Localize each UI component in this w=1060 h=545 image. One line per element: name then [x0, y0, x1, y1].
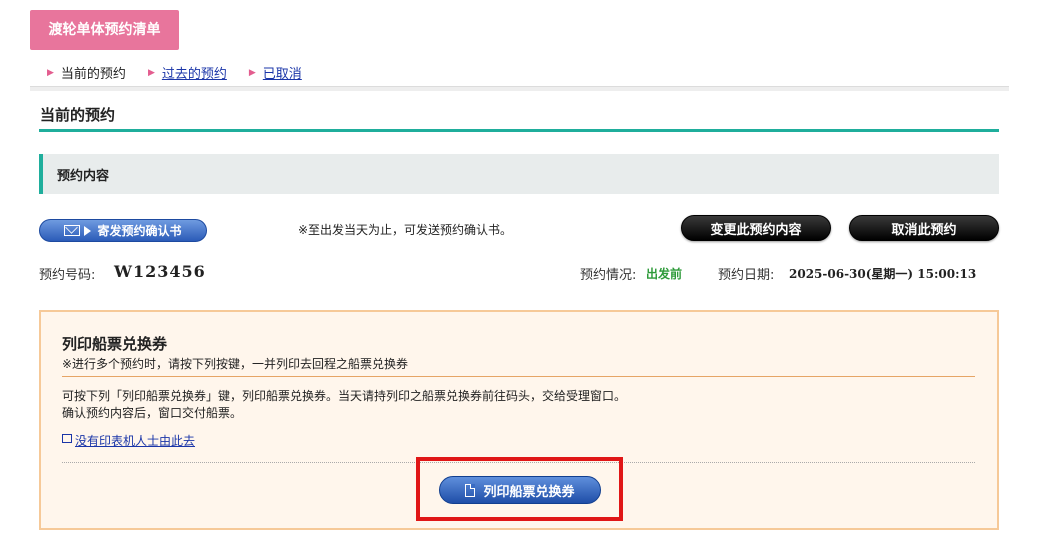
triangle-bullet-icon: ▶: [147, 67, 155, 78]
subnav-past-link[interactable]: 过去的预约: [162, 63, 227, 82]
cancel-reservation-label: 取消此预约: [891, 222, 957, 238]
subnav-item-current: ▶ 当前的预约: [47, 63, 126, 82]
change-reservation-label: 变更此预约内容: [710, 222, 802, 238]
print-voucher-description-2: 确认预约内容后，窗口交付船票。: [62, 406, 243, 420]
title-underline: [39, 129, 999, 132]
external-window-icon: [62, 434, 72, 443]
triangle-bullet-icon: ▶: [248, 67, 256, 78]
print-voucher-button[interactable]: 列印船票兑换券: [439, 476, 601, 504]
no-printer-link-label[interactable]: 没有印表机人士由此去: [75, 432, 195, 449]
divider: [62, 376, 975, 377]
subnav-item-cancelled[interactable]: ▶ 已取消: [249, 63, 302, 82]
document-icon: [465, 483, 476, 497]
reservation-number-label: 预约号码:: [39, 268, 96, 283]
print-voucher-description: 可按下列「列印船票兑换券」键，列印船票兑换券。当天请持列印之船票兑换券前往码头，…: [62, 389, 627, 403]
reservation-status: 出发前: [646, 267, 683, 281]
reservation-list-tab[interactable]: 渡轮单体预约清单: [30, 10, 179, 50]
reservation-number: W123456: [114, 262, 206, 281]
reservation-date: 2025-06-30(星期一) 15:00:13: [789, 267, 977, 281]
subnav-item-past[interactable]: ▶ 过去的预约: [148, 63, 227, 82]
cancel-reservation-button[interactable]: 取消此预约: [849, 215, 999, 241]
subnav-cancelled-link[interactable]: 已取消: [263, 63, 302, 82]
send-confirmation-button[interactable]: 寄发预约确认书: [39, 219, 207, 242]
print-voucher-title: 列印船票兑换券: [62, 335, 168, 353]
no-printer-link[interactable]: 没有印表机人士由此去: [62, 432, 195, 449]
send-confirmation-note: ※至出发当天为止，可发送预约确认书。: [298, 223, 513, 237]
mail-icon: [64, 225, 81, 236]
subnav-current-label: 当前的预约: [60, 67, 126, 82]
print-voucher-button-label: 列印船票兑换券: [483, 484, 575, 500]
section-title: 预约内容: [57, 169, 110, 184]
print-voucher-subtitle: ※进行多个预约时，请按下列按键，一并列印去回程之船票兑换券: [62, 357, 409, 371]
reservation-subnav: ▶ 当前的预约 ▶ 过去的预约 ▶ 已取消: [47, 63, 324, 82]
divider: [30, 86, 1009, 91]
reservation-status-label: 预约情况:: [580, 268, 637, 283]
send-arrow-icon: [84, 225, 92, 236]
reservation-date-label: 预约日期:: [718, 268, 775, 283]
page-title: 当前的预约: [40, 106, 116, 124]
section-header: 预约内容: [39, 154, 999, 194]
triangle-bullet-icon: ▶: [47, 67, 54, 78]
change-reservation-button[interactable]: 变更此预约内容: [681, 215, 831, 241]
send-confirmation-label: 寄发预约确认书: [97, 224, 182, 238]
